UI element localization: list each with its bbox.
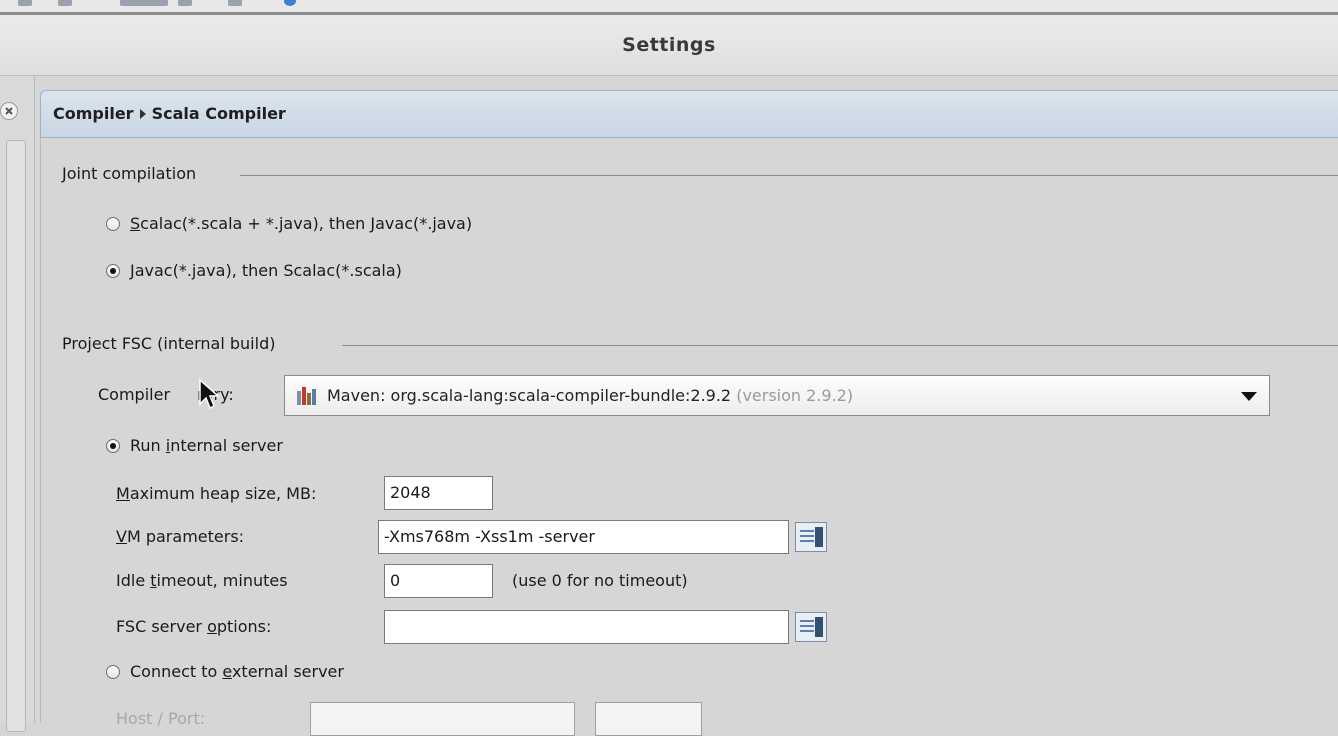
max-heap-label: Maximum heap size, MB: bbox=[116, 484, 317, 503]
radio-button[interactable] bbox=[106, 263, 120, 278]
help-icon bbox=[284, 0, 296, 6]
library-icon bbox=[297, 387, 317, 405]
vm-parameters-input[interactable]: -Xms768m -Xss1m -server bbox=[378, 520, 789, 554]
fsc-server-options-label: FSC server options: bbox=[116, 617, 272, 636]
page-header: Compiler Scala Compiler bbox=[40, 90, 1338, 138]
ide-toolbar-strip bbox=[0, 0, 1338, 15]
dialog-title: Settings bbox=[622, 34, 716, 56]
dropdown-arrow-icon[interactable] bbox=[1241, 392, 1257, 401]
settings-tree-list[interactable] bbox=[6, 140, 26, 732]
expand-editor-icon[interactable] bbox=[795, 522, 827, 552]
idle-timeout-label: Idle timeout, minutes bbox=[116, 571, 288, 590]
toolbar-icon bbox=[58, 0, 72, 6]
breadcrumb-separator-icon bbox=[139, 109, 146, 119]
group-divider bbox=[342, 345, 1338, 346]
radio-button[interactable] bbox=[106, 438, 120, 453]
radio-label: Run internal server bbox=[130, 436, 283, 455]
radio-label: Scalac(*.scala + *.java), then Javac(*.j… bbox=[130, 214, 473, 233]
project-fsc-title: Project FSC (internal build) bbox=[62, 334, 276, 353]
radio-button[interactable] bbox=[106, 664, 120, 679]
breadcrumb-current: Scala Compiler bbox=[151, 104, 286, 123]
toolbar-icon bbox=[228, 0, 242, 6]
radio-button[interactable] bbox=[106, 216, 120, 231]
compiler-library-select[interactable]: Maven: org.scala-lang:scala-compiler-bun… bbox=[284, 375, 1270, 416]
radio-javac-then-scalac[interactable]: Javac(*.java), then Scalac(*.scala) bbox=[106, 261, 402, 280]
toolbar-icon bbox=[18, 0, 32, 6]
compiler-library-value: Maven: org.scala-lang:scala-compiler-bun… bbox=[327, 386, 854, 405]
expand-editor-icon[interactable] bbox=[795, 612, 827, 642]
radio-label: Connect to external server bbox=[130, 662, 344, 681]
port-input[interactable] bbox=[595, 702, 702, 736]
host-input[interactable] bbox=[310, 702, 575, 736]
max-heap-input[interactable]: 2048 bbox=[384, 476, 493, 510]
idle-timeout-input[interactable]: 0 bbox=[384, 564, 493, 598]
joint-compilation-title: Joint compilation bbox=[62, 164, 197, 183]
host-port-label: Host / Port: bbox=[116, 709, 206, 728]
clear-search-icon[interactable] bbox=[0, 102, 18, 120]
group-divider bbox=[240, 175, 1338, 176]
vm-parameters-label: VM parameters: bbox=[116, 527, 245, 546]
fsc-server-options-input[interactable] bbox=[384, 610, 789, 644]
radio-connect-external-server[interactable]: Connect to external server bbox=[106, 662, 344, 681]
toolbar-icon bbox=[178, 0, 192, 6]
dialog-title-bar[interactable]: Settings bbox=[0, 15, 1338, 76]
breadcrumb-parent: Compiler bbox=[53, 104, 134, 123]
radio-scalac-then-javac[interactable]: Scalac(*.scala + *.java), then Javac(*.j… bbox=[106, 214, 472, 233]
radio-label: Javac(*.java), then Scalac(*.scala) bbox=[130, 261, 402, 280]
radio-run-internal-server[interactable]: Run internal server bbox=[106, 436, 283, 455]
toolbar-icon bbox=[120, 0, 168, 6]
idle-timeout-hint: (use 0 for no timeout) bbox=[512, 571, 688, 590]
breadcrumb: Compiler Scala Compiler bbox=[53, 104, 286, 123]
mouse-cursor-icon bbox=[199, 378, 220, 410]
